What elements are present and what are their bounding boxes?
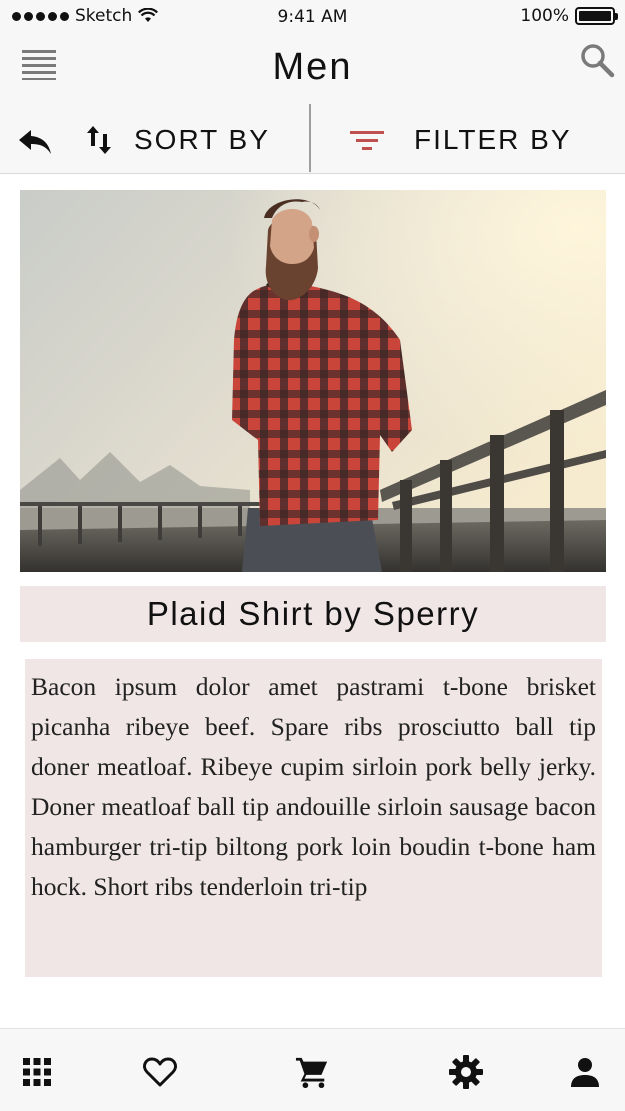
sort-arrows-icon bbox=[87, 126, 111, 154]
product-title: Plaid Shirt by Sperry bbox=[146, 595, 480, 632]
reply-arrow-icon[interactable] bbox=[18, 128, 52, 156]
heart-icon[interactable] bbox=[143, 1055, 177, 1089]
page-title: Men bbox=[272, 46, 353, 88]
filter-lines-icon bbox=[350, 131, 384, 150]
sort-by-button[interactable]: SORT BY bbox=[86, 118, 270, 162]
filter-by-button[interactable]: FILTER BY bbox=[350, 118, 572, 162]
product-description-card: Bacon ipsum dolor amet pastrami t-bone b… bbox=[25, 659, 602, 977]
toolbar-divider bbox=[309, 104, 311, 172]
status-battery-group: 100% bbox=[520, 6, 618, 26]
product-title-card[interactable]: Plaid Shirt by Sperry bbox=[20, 586, 606, 642]
person-icon[interactable] bbox=[568, 1055, 602, 1089]
bottom-tab-bar bbox=[0, 1028, 625, 1111]
gear-icon[interactable] bbox=[449, 1055, 483, 1089]
filter-by-label: FILTER BY bbox=[414, 124, 572, 155]
grid-apps-icon[interactable] bbox=[20, 1055, 54, 1089]
status-bar: Sketch 9:41 AM 100% bbox=[0, 0, 625, 34]
shopping-cart-icon[interactable] bbox=[295, 1055, 329, 1089]
battery-percentage: 100% bbox=[520, 6, 569, 26]
navigation-bar: Men bbox=[0, 34, 625, 104]
sort-by-label: SORT BY bbox=[134, 124, 270, 155]
sort-filter-toolbar: SORT BY FILTER BY bbox=[0, 104, 625, 174]
battery-icon bbox=[575, 7, 618, 25]
product-description: Bacon ipsum dolor amet pastrami t-bone b… bbox=[31, 672, 596, 901]
product-photo[interactable] bbox=[20, 190, 606, 572]
search-icon[interactable] bbox=[579, 42, 615, 78]
product-photo-illustration bbox=[20, 190, 606, 572]
